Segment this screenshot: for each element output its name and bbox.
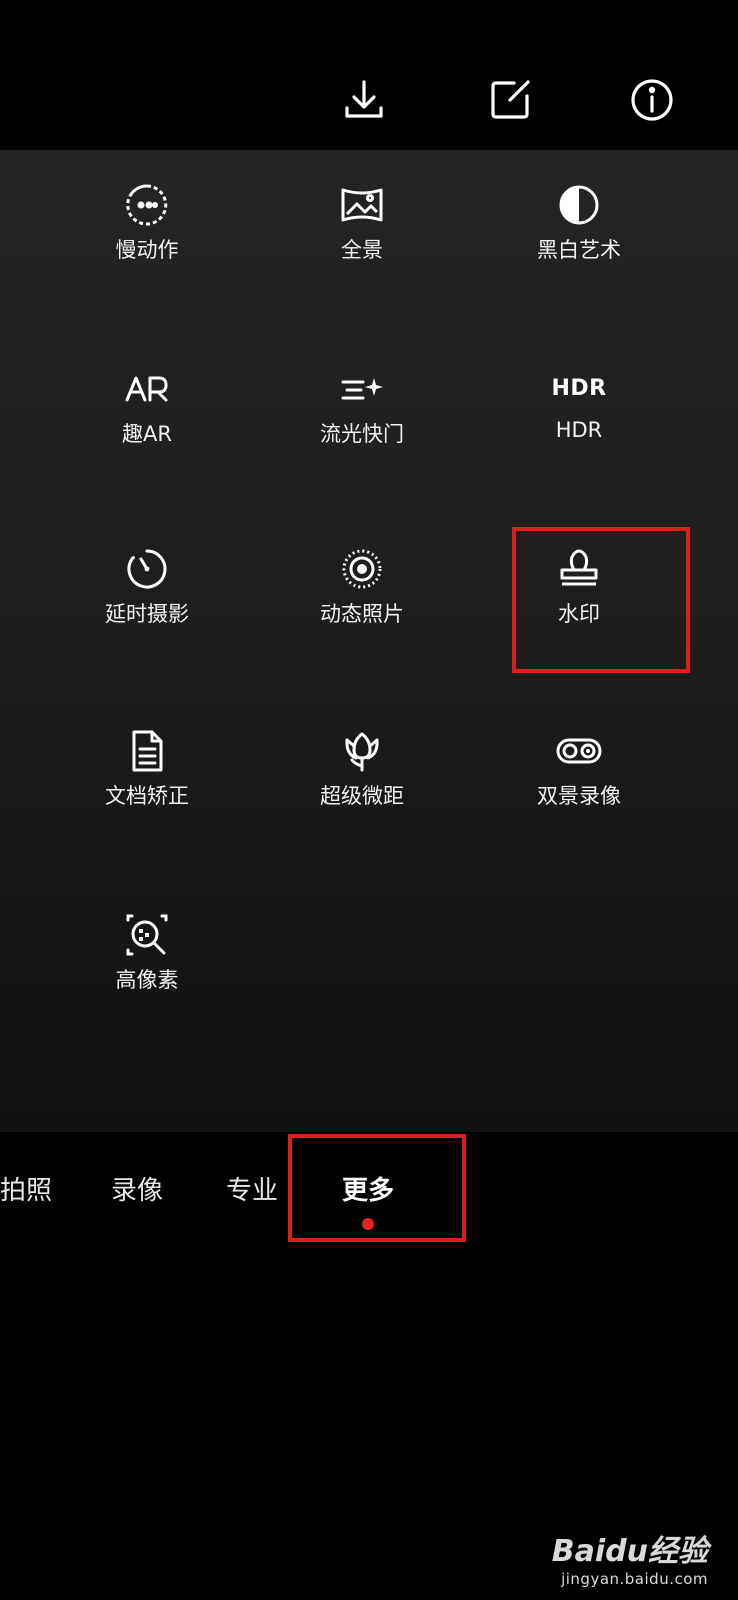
mode-label: 黑白艺术: [537, 238, 621, 262]
mode-label: 全景: [341, 238, 383, 262]
ar-icon: [125, 376, 168, 402]
mode-label: 双景录像: [537, 784, 621, 808]
info-icon[interactable]: [626, 74, 678, 126]
live-photo-icon: [342, 549, 382, 589]
mode-bw-art[interactable]: 黑白艺术: [489, 182, 669, 312]
mode-slow-motion[interactable]: 慢动作: [57, 182, 237, 312]
document-icon: [132, 730, 163, 772]
tab-video[interactable]: 录像: [111, 1170, 163, 1207]
mode-ar[interactable]: 趣AR: [57, 366, 237, 496]
mode-label: HDR: [555, 418, 603, 442]
mode-label: 文档矫正: [105, 784, 189, 808]
mode-macro[interactable]: 超级微距: [272, 728, 452, 858]
slow-motion-icon: [126, 184, 168, 226]
hdr-icon: HDR: [551, 376, 607, 401]
watermark-url: jingyan.baidu.com: [561, 1570, 708, 1588]
panorama-icon: [341, 188, 383, 222]
mode-timelapse[interactable]: 延时摄影: [57, 546, 237, 676]
mode-label: 超级微距: [320, 784, 404, 808]
edit-icon[interactable]: [484, 74, 536, 126]
top-bar: [0, 0, 738, 150]
high-pixel-icon: [126, 914, 168, 956]
highlight-box-watermark: [512, 527, 690, 673]
tab-pro[interactable]: 专业: [226, 1170, 278, 1207]
mode-label: 动态照片: [320, 602, 404, 626]
bw-art-icon: [559, 185, 599, 225]
mode-document[interactable]: 文档矫正: [57, 728, 237, 858]
watermark-brand: Baidu经验: [551, 1534, 708, 1569]
baidu-watermark: Baidu经验 jingyan.baidu.com: [552, 1526, 708, 1588]
tab-photo[interactable]: 拍照: [0, 1170, 52, 1207]
highlight-box-more: [288, 1134, 466, 1242]
light-trail-icon: [341, 378, 383, 400]
mode-live-photo[interactable]: 动态照片: [272, 546, 452, 676]
mode-light-trail[interactable]: 流光快门: [272, 366, 452, 496]
mode-high-pixel[interactable]: 高像素: [57, 912, 237, 1042]
macro-flower-icon: [345, 732, 379, 772]
mode-label: 慢动作: [115, 238, 179, 262]
dual-view-icon: [556, 738, 602, 764]
mode-label: 趣AR: [122, 422, 172, 446]
mode-dual-view[interactable]: 双景录像: [489, 728, 669, 858]
mode-panorama[interactable]: 全景: [272, 182, 452, 312]
timelapse-icon: [127, 549, 167, 589]
download-icon[interactable]: [338, 74, 390, 126]
mode-hdr[interactable]: HDR HDR: [489, 366, 669, 496]
mode-label: 高像素: [115, 968, 179, 992]
mode-label: 流光快门: [320, 422, 404, 446]
mode-label: 延时摄影: [105, 602, 189, 626]
